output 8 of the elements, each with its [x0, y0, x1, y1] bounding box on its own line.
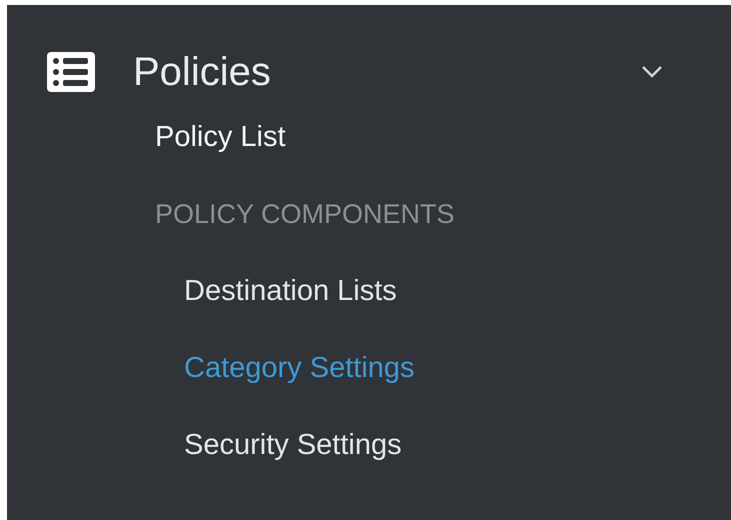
nav-link[interactable]: Security Settings: [184, 424, 402, 468]
group-header: POLICY COMPONENTS: [155, 198, 455, 232]
nav-link[interactable]: Policy List: [155, 116, 286, 160]
list-icon: [47, 52, 95, 92]
section-title[interactable]: Policies: [133, 52, 271, 92]
chevron-icon[interactable]: [641, 65, 663, 79]
nav-link[interactable]: Category Settings: [184, 346, 415, 390]
nav-link[interactable]: Destination Lists: [184, 270, 397, 314]
